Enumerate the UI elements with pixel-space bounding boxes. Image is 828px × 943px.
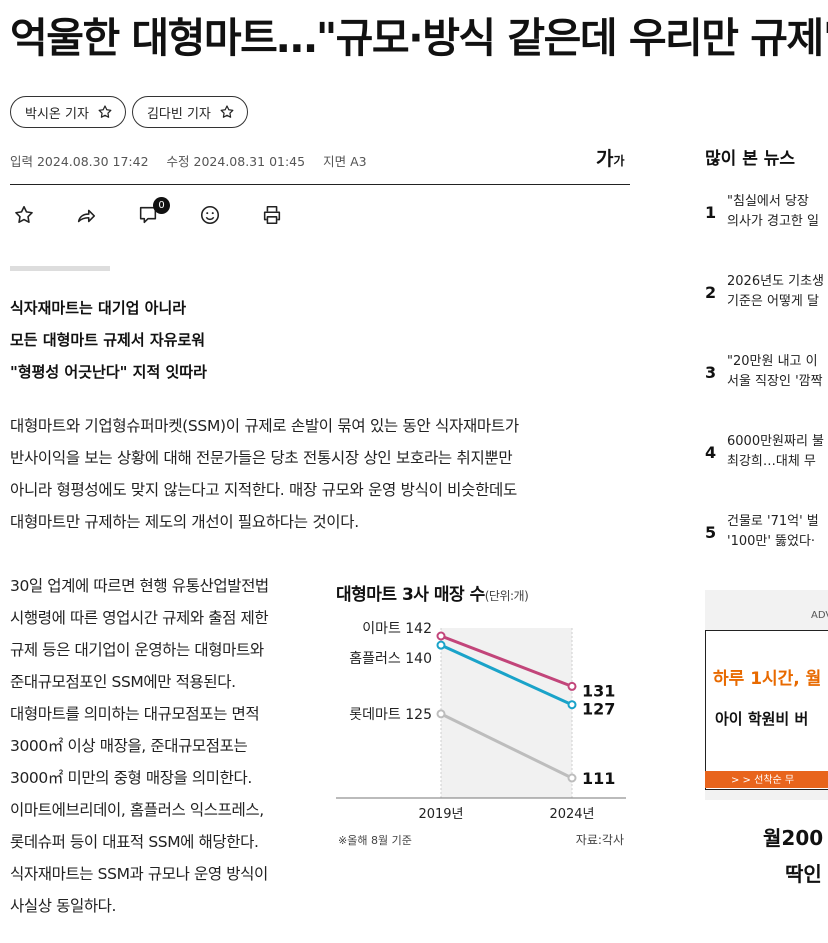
chart-data-label: 127	[582, 700, 615, 719]
body-line: 대형마트를 의미하는 대규모점포는 면적	[10, 705, 260, 723]
chart-title: 대형마트 3사 매장 수(단위:개)	[336, 580, 529, 605]
popular-news-item[interactable]: 4 6000만원짜리 불최강희…대체 무	[705, 432, 828, 472]
subhead-line: 식자재마트는 대기업 아니라	[10, 299, 187, 317]
chart-point	[567, 773, 577, 783]
rank-number: 3	[705, 362, 717, 382]
news-title-line: 6000만원짜리 불	[727, 434, 825, 449]
ad-headline: 하루 1시간, 월	[713, 669, 822, 689]
sidebar-title: 많이 본 뉴스	[705, 149, 796, 169]
chart-point	[436, 709, 446, 719]
chart-canvas: 이마트 142 131 홈플러스 140 127 롯데마트 125 111 2019년 202…	[336, 621, 626, 847]
star-icon[interactable]	[219, 104, 235, 120]
store-count-chart: 이마트 142 131 홈플러스 140 127 롯데마트 125 111 2019년 202…	[330, 578, 630, 858]
reporter-name: 김다빈 기자	[146, 106, 211, 122]
star-icon	[15, 205, 33, 224]
input-date: 입력 2024.08.30 17:42	[10, 154, 149, 169]
advertisement[interactable]: ADV 하루 1시간, 월 아이 학원비 버 > > 선착순 무 월200 딱인	[705, 590, 828, 943]
chart-title-text: 대형마트 3사 매장 수	[336, 585, 485, 605]
chart-point	[567, 681, 577, 691]
chart-series-label: 롯데마트 125	[349, 707, 432, 723]
body-line: 이마트에브리데이, 홈플러스 익스프레스,	[10, 801, 264, 819]
chart-data-label: 111	[582, 769, 615, 788]
rank-number: 4	[705, 442, 717, 462]
body-line: 3000㎡ 미만의 중형 매장을 의미한다.	[10, 769, 252, 787]
body-line: 시행령에 따른 영업시간 규제와 출점 제한	[10, 609, 269, 627]
popular-news-item[interactable]: 1 "침실에서 당장의사가 경고한 일	[705, 192, 828, 232]
chart-series-label: 홈플러스 140	[349, 651, 432, 667]
news-title-line: 기준은 어떻게 달	[727, 294, 819, 309]
body-line: 식자재마트는 SSM과 규모나 운영 방식이	[10, 865, 268, 883]
summary-marker	[10, 266, 110, 271]
article-body: 30일 업계에 따르면 현행 유통산업발전법 시행령에 따른 영업시간 규제와 …	[10, 570, 310, 922]
body-line: 준대규모점포인 SSM에만 적용된다.	[10, 673, 236, 691]
news-title-line: "침실에서 당장	[727, 194, 809, 209]
chart-unit: (단위:개)	[484, 589, 529, 603]
reaction-button[interactable]	[198, 203, 222, 227]
lead-line: 대형마트와 기업형슈퍼마켓(SSM)이 규제로 손발이 묶여 있는 동안 식자재…	[10, 417, 519, 435]
news-title-line: 의사가 경고한 일	[727, 214, 819, 229]
ad-label: ADV	[811, 610, 828, 621]
share-icon	[77, 209, 96, 223]
news-title-line: 최강희…대체 무	[727, 454, 816, 469]
news-title-line: 2026년도 기초생	[727, 274, 825, 289]
popular-news-sidebar: 많이 본 뉴스 1 "침실에서 당장의사가 경고한 일 2 2026년도 기초생…	[705, 0, 828, 943]
rank-number: 1	[705, 202, 717, 222]
page-ref: 지면 A3	[323, 154, 367, 169]
body-line: 사실상 동일하다.	[10, 897, 117, 915]
reporter-chip[interactable]: 김다빈 기자	[131, 96, 248, 128]
article-meta: 입력 2024.08.30 17:42 수정 2024.08.31 01:45 …	[10, 151, 367, 170]
share-button[interactable]	[74, 203, 98, 227]
comment-count-badge: 0	[153, 197, 170, 214]
reporter-list: 박시온 기자 김다빈 기자	[10, 96, 248, 128]
body-line: 3000㎡ 이상 매장을, 준대규모점포는	[10, 737, 248, 755]
print-button[interactable]	[260, 203, 284, 227]
comment-button[interactable]: 0	[136, 197, 170, 227]
chart-x-tick-label: 2019년	[418, 807, 463, 822]
news-title-line: 서울 직장인 '깜짝	[727, 374, 823, 389]
chart-source: 자료:각사	[576, 833, 624, 847]
article-lead: 대형마트와 기업형슈퍼마켓(SSM)이 규제로 손발이 묶여 있는 동안 식자재…	[10, 410, 600, 538]
modified-date: 수정 2024.08.31 01:45	[166, 154, 306, 169]
rank-number: 2	[705, 282, 717, 302]
ad-big-text: 딱인	[785, 862, 822, 886]
font-size-label: 가	[596, 148, 614, 170]
subhead-line: "형평성 어긋난다" 지적 잇따라	[10, 363, 207, 381]
chart-series-label: 이마트 142	[362, 621, 432, 637]
ad-cta-strip[interactable]: > > 선착순 무	[705, 771, 828, 788]
reporter-chip[interactable]: 박시온 기자	[10, 96, 126, 128]
ad-subheadline: 아이 학원비 버	[715, 710, 809, 728]
subhead-line: 모든 대형마트 규제서 자유로워	[10, 331, 206, 349]
lead-line: 아니라 형평성에도 맞지 않는다고 지적한다. 매장 규모와 운영 방식이 비슷…	[10, 481, 517, 499]
bookmark-button[interactable]	[12, 203, 36, 227]
print-icon	[263, 205, 281, 225]
chart-point	[436, 631, 446, 641]
news-title-line: 건물로 '71억' 벌	[727, 514, 819, 529]
lead-line: 대형마트만 규제하는 제도의 개선이 필요하다는 것이다.	[10, 513, 359, 531]
chart-footnote: ※올해 8월 기준	[338, 833, 412, 847]
popular-news-item[interactable]: 3 "20만원 내고 이서울 직장인 '깜짝	[705, 352, 828, 392]
action-bar: 0	[12, 197, 284, 227]
popular-news-item[interactable]: 2 2026년도 기초생기준은 어떻게 달	[705, 272, 828, 312]
reporter-name: 박시온 기자	[25, 106, 89, 122]
body-line: 롯데슈퍼 등이 대표적 SSM에 해당한다.	[10, 833, 259, 851]
chart-point	[436, 640, 446, 650]
star-icon[interactable]	[97, 104, 113, 120]
chart-data-label: 131	[582, 681, 615, 700]
body-line: 규제 등은 대기업이 운영하는 대형마트와	[10, 641, 264, 659]
popular-news-item[interactable]: 5 건물로 '71억' 벌 '100만' 뚫었다·	[705, 512, 828, 552]
ad-big-text: 월200	[763, 826, 824, 850]
rank-number: 5	[705, 522, 717, 542]
article-subheads: 식자재마트는 대기업 아니라 모든 대형마트 규제서 자유로워 "형평성 어긋난…	[10, 292, 207, 388]
news-title-line: "20만원 내고 이	[727, 354, 818, 369]
font-size-button[interactable]: 가가	[596, 144, 625, 171]
news-title-line: '100만' 뚫었다·	[727, 534, 816, 549]
body-line: 30일 업계에 따르면 현행 유통산업발전법	[10, 577, 269, 595]
smile-icon	[200, 205, 220, 225]
lead-line: 반사이익을 보는 상황에 대해 전문가들은 당초 전통시장 상인 보호라는 취지…	[10, 449, 513, 467]
divider	[10, 184, 630, 185]
chart-x-tick-label: 2024년	[549, 807, 594, 822]
font-size-label-small: 가	[613, 154, 625, 168]
chart-point	[567, 700, 577, 710]
